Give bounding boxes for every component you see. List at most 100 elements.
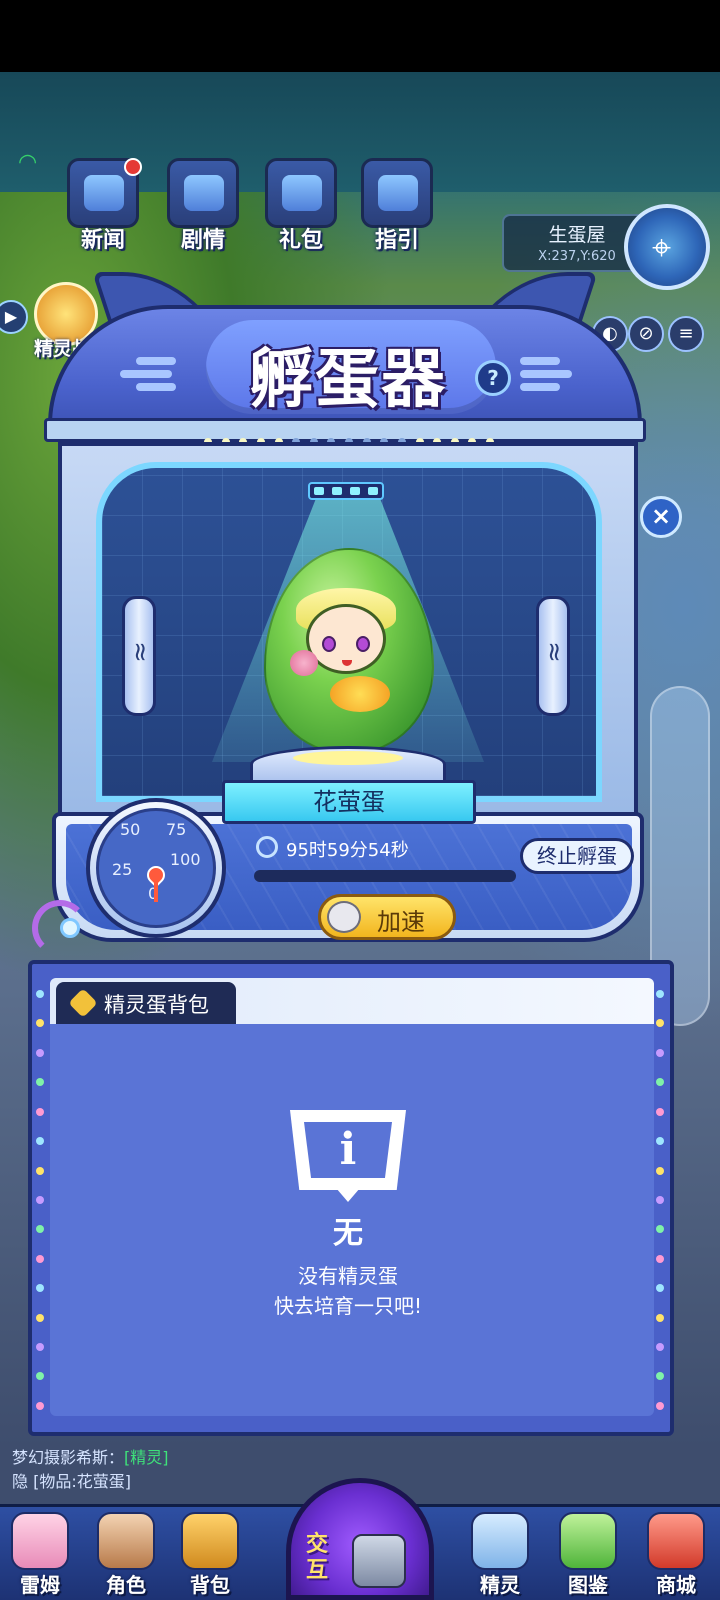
interact-label: 交互 — [306, 1532, 328, 1584]
led-light — [36, 1166, 44, 1175]
led-light — [36, 1343, 44, 1352]
story-chest-icon — [167, 158, 239, 228]
led-light — [656, 1019, 664, 1028]
nav-shop-button[interactable]: 商城 — [638, 1512, 714, 1600]
nav-codex-button[interactable]: 图鉴 — [550, 1512, 626, 1600]
info-pointer — [336, 1188, 360, 1202]
led-light — [36, 1078, 44, 1087]
egg-name-label: 花萤蛋 — [222, 780, 476, 824]
nav-gift-button[interactable]: 礼包 — [256, 158, 346, 258]
interact-label-top: 交 — [306, 1532, 329, 1557]
chat-item-tag: [物品:花萤蛋] — [33, 1472, 131, 1491]
led-light — [656, 1401, 664, 1410]
mute-icon[interactable]: ⊘ — [628, 316, 664, 352]
backpack-icon — [181, 1512, 239, 1570]
egg-bag-icon — [68, 988, 98, 1018]
wing-deco-right — [520, 352, 576, 396]
nav-codex-label: 图鉴 — [568, 1573, 608, 1597]
gauge-needle — [154, 880, 158, 902]
remaining-time: 95时59分54秒 — [286, 840, 409, 861]
nav-news-button[interactable]: 新闻 — [58, 158, 148, 258]
led-light — [36, 990, 44, 998]
notification-badge — [124, 158, 142, 176]
led-light — [656, 1166, 664, 1175]
led-light — [656, 1225, 664, 1234]
stopwatch-icon — [256, 836, 278, 858]
empty-state-message: 没有精灵蛋 — [298, 1264, 398, 1288]
led-light — [656, 1343, 664, 1352]
led-light — [36, 1372, 44, 1381]
speed-up-button[interactable]: 加速 — [318, 894, 456, 940]
incubator-title: 孵蛋器 — [249, 343, 447, 417]
led-light — [36, 1401, 44, 1410]
led-light — [656, 1078, 664, 1087]
chat-message: 隐 [物品:花萤蛋] — [12, 1470, 472, 1494]
chat-sender: 梦幻摄影希斯： — [12, 1448, 125, 1467]
gauge-tick-75: 75 — [166, 820, 187, 839]
led-light — [656, 1195, 664, 1204]
led-light — [656, 1254, 664, 1263]
nav-sprite-button[interactable]: 精灵 — [462, 1512, 538, 1600]
menu-icon[interactable]: ≡ — [668, 316, 704, 352]
speed-up-label: 加速 — [377, 908, 425, 936]
nav-shop-label: 商城 — [656, 1573, 696, 1597]
close-icon[interactable]: × — [640, 496, 682, 538]
led-light — [36, 1195, 44, 1204]
sprite-eye-right — [356, 636, 370, 652]
led-light — [656, 990, 664, 998]
gauge-tick-25: 25 — [112, 860, 133, 879]
tab-egg-backpack[interactable]: 精灵蛋背包 — [56, 982, 236, 1024]
nav-guide-label: 指引 — [374, 228, 419, 253]
led-light — [656, 1284, 664, 1293]
incubation-progress-bar — [254, 870, 516, 882]
map-button[interactable]: ⌖ — [624, 204, 710, 290]
help-button[interactable]: ? — [475, 360, 511, 396]
empty-state-title: 无 — [333, 1216, 363, 1251]
sprite-rose — [290, 650, 318, 676]
nav-backpack-button[interactable]: 背包 — [172, 1512, 248, 1600]
gift-chest-icon — [265, 158, 337, 228]
character-icon — [97, 1512, 155, 1570]
led-light — [656, 1048, 664, 1057]
interact-label-bottom: 互 — [306, 1558, 329, 1583]
gauge-tick-50: 50 — [120, 820, 141, 839]
sprite-eye-left — [322, 636, 336, 652]
wing-deco-left — [120, 352, 176, 396]
nav-gift-label: 礼包 — [278, 228, 323, 253]
led-light — [36, 1048, 44, 1057]
info-i-glyph: i — [339, 1124, 357, 1175]
guide-chest-icon — [361, 158, 433, 228]
led-light — [36, 1137, 44, 1146]
chat-tag: [精灵] — [124, 1448, 169, 1467]
nav-news-label: 新闻 — [80, 228, 125, 253]
led-light — [656, 1137, 664, 1146]
gauge-tick-100: 100 — [170, 850, 201, 869]
nav-character-button[interactable]: 角色 — [88, 1512, 164, 1600]
led-light — [656, 1313, 664, 1322]
empty-state-hint: 快去培育一只吧! — [273, 1294, 423, 1318]
cable-plug-deco — [60, 918, 80, 938]
nav-story-button[interactable]: 剧情 — [158, 158, 248, 258]
led-light — [36, 1225, 44, 1234]
nav-guide-button[interactable]: 指引 — [352, 158, 442, 258]
wifi-icon: ◠ — [18, 150, 38, 175]
nav-leimu-button[interactable]: 雷姆 — [2, 1512, 78, 1600]
led-light — [656, 1107, 664, 1116]
led-light — [36, 1019, 44, 1028]
chat-feed[interactable]: 梦幻摄影希斯：[精灵] 隐 [物品:花萤蛋] — [12, 1446, 472, 1498]
led-light — [36, 1254, 44, 1263]
nav-leimu-label: 雷姆 — [20, 1573, 60, 1597]
led-light — [36, 1284, 44, 1293]
nav-backpack-label: 背包 — [190, 1573, 230, 1597]
ceiling-lamp — [308, 482, 384, 500]
stop-incubation-button[interactable]: 终止孵蛋 — [520, 838, 634, 874]
shop-icon — [647, 1512, 705, 1570]
tab-egg-backpack-label: 精灵蛋背包 — [104, 993, 209, 1017]
led-strip-left — [36, 990, 46, 1410]
sprite-flower-skirt — [330, 676, 390, 712]
led-strip-right — [656, 990, 666, 1410]
led-light — [36, 1313, 44, 1322]
sprite-icon — [471, 1512, 529, 1570]
chat-message: 梦幻摄影希斯：[精灵] — [12, 1446, 472, 1470]
nav-character-label: 角色 — [106, 1573, 146, 1597]
